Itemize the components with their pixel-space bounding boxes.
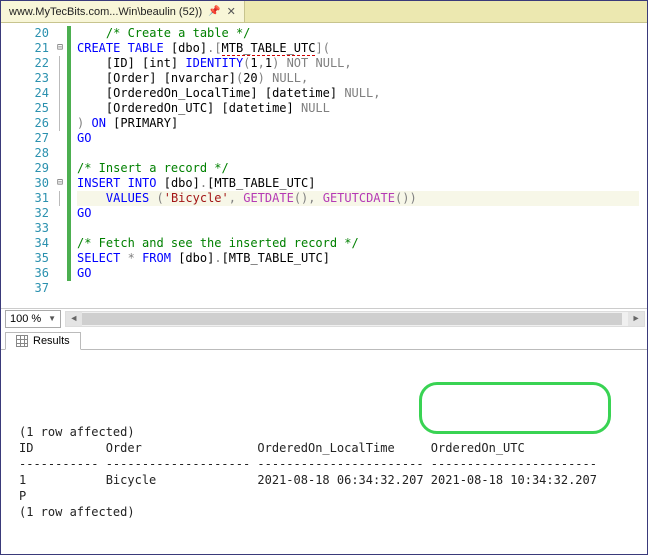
code-line[interactable]: ) ON [PRIMARY] [77,116,647,131]
code-line[interactable]: [ID] [int] IDENTITY(1,1) NOT NULL, [77,56,647,71]
code-line[interactable]: /* Fetch and see the inserted record */ [77,236,647,251]
code-line[interactable]: SELECT * FROM [dbo].[MTB_TABLE_UTC] [77,251,647,266]
code-surface[interactable]: /* Create a table */CREATE TABLE [dbo].[… [71,23,647,308]
close-icon[interactable]: ✕ [227,5,236,18]
results-text: (1 row affected) ID Order OrderedOn_Loca… [19,408,639,554]
line-number: 32 [1,206,49,221]
document-tab-active[interactable]: www.MyTecBits.com...Win\beaulin (52)) 📌 … [1,1,245,22]
line-number: 25 [1,101,49,116]
line-number: 21 [1,41,49,56]
code-line[interactable]: /* Create a table */ [77,26,647,41]
fold-guide [59,101,66,116]
grid-icon [16,335,28,347]
code-line[interactable]: [OrderedOn_LocalTime] [datetime] NULL, [77,86,647,101]
fold-guide [53,281,67,296]
code-line[interactable]: GO [77,206,647,221]
scrollbar-thumb[interactable] [82,313,622,325]
tabbar-empty-area [245,1,647,22]
tab-title: www.MyTecBits.com...Win\beaulin (52)) [9,6,202,18]
fold-guide [53,221,67,236]
line-number-gutter: 202122232425262728293031323334353637 [1,23,53,308]
line-number: 36 [1,266,49,281]
fold-guide [59,191,66,206]
line-number: 34 [1,236,49,251]
zoom-dropdown[interactable]: 100 % ▼ [5,310,61,328]
fold-guide [53,146,67,161]
sql-editor-window: www.MyTecBits.com...Win\beaulin (52)) 📌 … [0,0,648,555]
line-number: 27 [1,131,49,146]
line-number: 26 [1,116,49,131]
code-line[interactable]: [OrderedOn_UTC] [datetime] NULL [77,101,647,116]
fold-guide [53,131,67,146]
results-tab[interactable]: Results [5,332,81,350]
pin-icon[interactable]: 📌 [208,6,220,17]
line-number: 24 [1,86,49,101]
fold-guide [59,86,66,101]
code-line[interactable] [77,221,647,236]
code-line[interactable]: /* Insert a record */ [77,161,647,176]
fold-guide [59,116,66,131]
code-line[interactable]: GO [77,266,647,281]
fold-toggle-icon[interactable]: ⊟ [53,41,67,56]
code-line[interactable] [77,281,647,296]
fold-guide [53,266,67,281]
fold-guide [53,161,67,176]
scroll-left-button[interactable]: ◄ [66,312,82,326]
zoom-value: 100 % [10,313,41,325]
line-number: 22 [1,56,49,71]
fold-guide [53,251,67,266]
code-line[interactable]: VALUES ('Bicycle', GETDATE(), GETUTCDATE… [77,191,639,206]
fold-guide [59,71,66,86]
code-line[interactable]: CREATE TABLE [dbo].[MTB_TABLE_UTC]( [77,41,647,56]
code-editor[interactable]: 202122232425262728293031323334353637 ⊟⊟ … [1,23,647,308]
line-number: 35 [1,251,49,266]
chevron-down-icon: ▼ [48,314,56,323]
line-number: 37 [1,281,49,296]
line-number: 29 [1,161,49,176]
fold-column[interactable]: ⊟⊟ [53,23,67,308]
results-tab-label: Results [33,335,70,347]
code-line[interactable]: GO [77,131,647,146]
code-line[interactable]: [Order] [nvarchar](20) NULL, [77,71,647,86]
fold-guide [53,206,67,221]
horizontal-scrollbar[interactable]: ◄ ► [65,311,645,327]
line-number: 20 [1,26,49,41]
fold-toggle-icon[interactable]: ⊟ [53,176,67,191]
fold-guide [53,236,67,251]
line-number: 23 [1,71,49,86]
line-number: 33 [1,221,49,236]
line-number: 30 [1,176,49,191]
editor-footer-row: 100 % ▼ ◄ ► [1,308,647,328]
results-tabbar: Results [1,328,647,350]
code-line[interactable] [77,146,647,161]
line-number: 31 [1,191,49,206]
results-text-output[interactable]: (1 row affected) ID Order OrderedOn_Loca… [1,350,647,554]
fold-guide [53,26,67,41]
code-line[interactable]: INSERT INTO [dbo].[MTB_TABLE_UTC] [77,176,647,191]
scroll-right-button[interactable]: ► [628,312,644,326]
line-number: 28 [1,146,49,161]
fold-guide [59,56,66,71]
document-tabbar: www.MyTecBits.com...Win\beaulin (52)) 📌 … [1,1,647,23]
